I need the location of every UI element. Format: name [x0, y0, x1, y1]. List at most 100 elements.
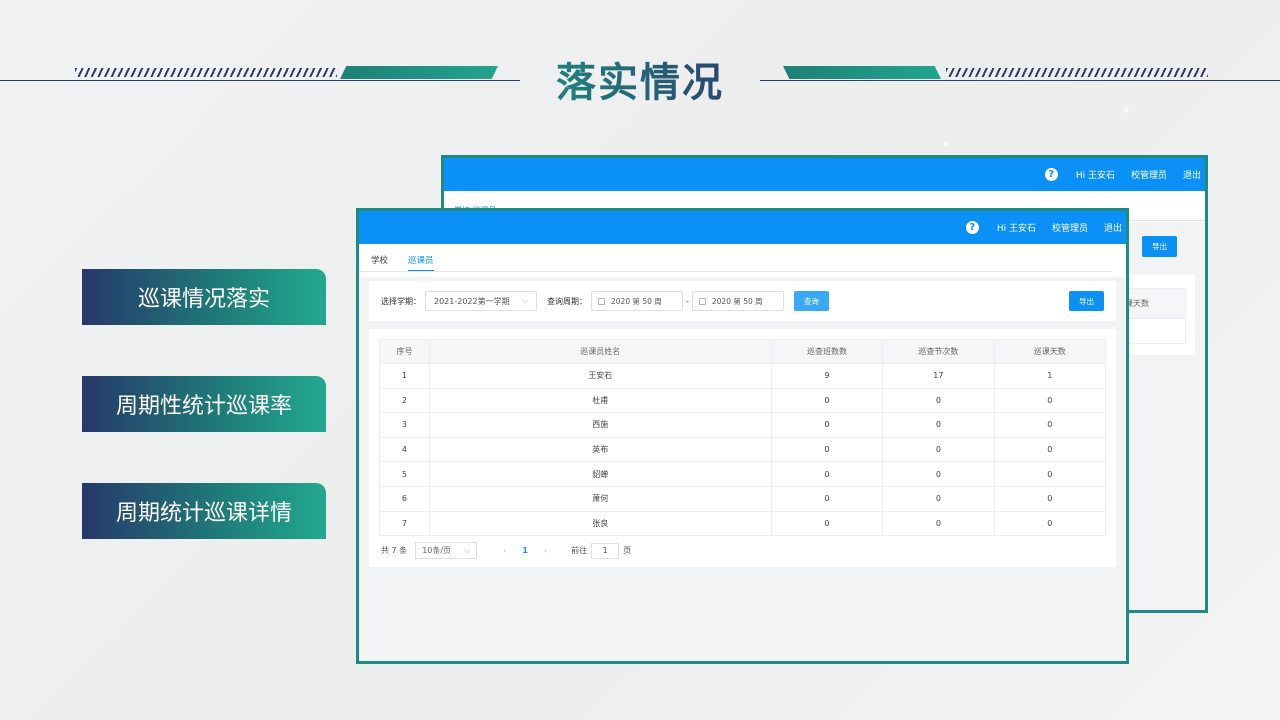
cell-name: 西施: [428, 412, 772, 438]
side-button-periodic-rate[interactable]: 周期性统计巡课率: [82, 376, 326, 432]
content-area: 选择学期： 2021-2022第一学期 ⌵ 查询周期： 2020 第 50 周 …: [359, 277, 1126, 661]
role-label: 校管理员: [1051, 224, 1088, 234]
cell-name: 张良: [428, 511, 772, 537]
cell-name: 英布: [428, 437, 772, 463]
start-week-value: 2020 第 50 周: [611, 296, 662, 306]
table-row[interactable]: 2 杜甫 0 0 0: [379, 388, 1107, 414]
end-week-picker[interactable]: 2020 第 50 周: [691, 291, 784, 311]
cell-day-count: 1: [993, 363, 1107, 389]
side-button-periodic-details[interactable]: 周期统计巡课详情: [82, 483, 326, 539]
prev-page-icon[interactable]: ‹: [503, 546, 506, 555]
cell-index: 5: [379, 461, 430, 487]
header-bar-right: [783, 66, 941, 79]
filter-bar: 选择学期： 2021-2022第一学期 ⌵ 查询周期： 2020 第 50 周 …: [369, 281, 1116, 321]
col-day-count: 巡课天数: [993, 339, 1107, 364]
cell-name: 貂蝉: [428, 461, 772, 487]
inspector-table: 序号 巡课员姓名 巡查班数数 巡查节次数 巡课天数 1 王安石 9 17 1 2…: [379, 339, 1107, 537]
cell-day-count: 0: [993, 437, 1107, 463]
side-button-inspection-implementation[interactable]: 巡课情况落实: [82, 269, 326, 325]
cell-index: 1: [379, 363, 430, 389]
cell-class-count: 9: [770, 363, 884, 389]
calendar-icon: [698, 297, 706, 305]
header-bar-left: [340, 66, 498, 79]
pagination: 共 7 条 10条/页 ⌵ ‹ 1 › 前往 1 页: [379, 542, 1106, 560]
start-week-picker[interactable]: 2020 第 50 周: [591, 291, 683, 311]
tab-inspector[interactable]: 巡课员: [408, 254, 434, 271]
cell-index: 7: [379, 511, 430, 537]
cell-name: 王安石: [428, 363, 772, 389]
cell-day-count: 0: [993, 486, 1107, 512]
table-header-row: 序号 巡课员姓名 巡查班数数 巡查节次数 巡课天数: [379, 339, 1107, 364]
tab-bar: 学校 巡课员: [359, 244, 1112, 272]
help-icon[interactable]: ?: [965, 221, 979, 234]
cell-period-count: 0: [882, 412, 995, 438]
term-select[interactable]: 2021-2022第一学期 ⌵: [425, 291, 537, 311]
top-bar: ? Hi 王安石 校管理员 退出: [444, 158, 1205, 191]
table-row[interactable]: 1 王安石 9 17 1: [379, 363, 1107, 389]
logout-link[interactable]: 退出: [1104, 221, 1122, 234]
table-header-partial: 课天数: [1120, 288, 1186, 318]
col-class-count: 巡查班数数: [770, 339, 884, 364]
col-period-count: 巡查节次数: [882, 339, 995, 364]
table-row[interactable]: 6 萧何 0 0 0: [379, 486, 1107, 512]
cell-class-count: 0: [770, 486, 884, 512]
page-size-value: 10条/页: [422, 546, 452, 556]
table-row[interactable]: 4 英布 0 0 0: [379, 437, 1107, 463]
cell-name: 杜甫: [428, 388, 772, 414]
tab-school[interactable]: 学校: [371, 254, 388, 271]
cell-class-count: 0: [770, 511, 884, 537]
page-size-select[interactable]: 10条/页 ⌵: [415, 542, 478, 560]
page-title: 落实情况: [520, 50, 760, 108]
export-button[interactable]: 导出: [1142, 236, 1177, 257]
term-label: 选择学期：: [381, 296, 421, 306]
logout-link[interactable]: 退出: [1183, 168, 1201, 181]
greeting: Hi 王安石: [996, 224, 1036, 234]
cell-day-count: 0: [993, 412, 1107, 438]
cell-class-count: 0: [770, 461, 884, 487]
range-separator: -: [686, 296, 689, 306]
chevron-down-icon: ⌵: [521, 296, 528, 305]
cell-period-count: 0: [882, 486, 995, 512]
table-row[interactable]: 7 张良 0 0 0: [379, 511, 1107, 537]
top-bar: ? Hi 王安石 校管理员 退出: [359, 211, 1126, 244]
sparkle: [1122, 106, 1130, 114]
cell-index: 6: [379, 486, 430, 512]
role-label: 校管理员: [1130, 171, 1167, 181]
cell-class-count: 0: [770, 437, 884, 463]
term-select-value: 2021-2022第一学期: [434, 296, 510, 306]
header-hatch-right: [946, 68, 1208, 77]
help-icon[interactable]: ?: [1044, 168, 1058, 181]
cell-period-count: 0: [882, 511, 995, 537]
cell-period-count: 0: [882, 388, 995, 414]
cell-period-count: 17: [882, 363, 995, 389]
cell-class-count: 0: [770, 412, 884, 438]
page-suffix: 页: [623, 546, 632, 556]
period-label: 查询周期：: [547, 296, 587, 306]
table-cell-partial: 1: [1120, 318, 1186, 344]
cell-index: 3: [379, 412, 430, 438]
cell-period-count: 0: [882, 437, 995, 463]
header-line-right: [760, 80, 1280, 81]
calendar-icon: [598, 297, 605, 305]
export-button[interactable]: 导出: [1069, 291, 1104, 311]
chevron-down-icon: ⌵: [464, 545, 471, 555]
cell-day-count: 0: [993, 461, 1107, 487]
next-page-icon[interactable]: ›: [544, 546, 547, 555]
cell-index: 4: [379, 437, 430, 463]
sparkle: [942, 140, 950, 148]
end-week-value: 2020 第 50 周: [711, 296, 763, 306]
cell-class-count: 0: [770, 388, 884, 414]
header-hatch-left: [75, 68, 337, 77]
table-row[interactable]: 3 西施 0 0 0: [379, 412, 1107, 438]
col-index: 序号: [379, 339, 430, 364]
current-page[interactable]: 1: [522, 546, 528, 555]
table-card: 序号 巡课员姓名 巡查班数数 巡查节次数 巡课天数 1 王安石 9 17 1 2…: [369, 329, 1116, 567]
cell-day-count: 0: [993, 511, 1107, 537]
header-line-left: [0, 80, 520, 81]
query-button[interactable]: 查询: [793, 291, 829, 311]
greeting: Hi 王安石: [1075, 171, 1115, 181]
table-row[interactable]: 5 貂蝉 0 0 0: [379, 461, 1107, 487]
cell-index: 2: [379, 388, 430, 414]
goto-page-input[interactable]: 1: [591, 542, 620, 559]
cell-day-count: 0: [993, 388, 1107, 414]
